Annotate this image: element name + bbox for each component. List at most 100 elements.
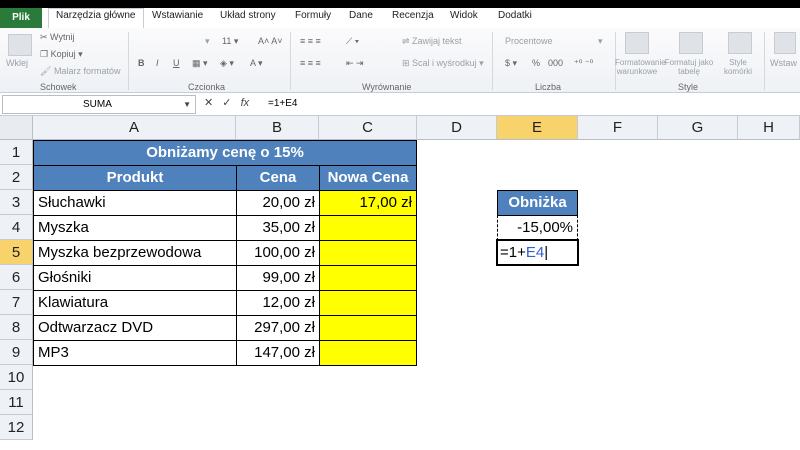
table-cell-new-price[interactable] xyxy=(319,290,417,316)
confirm-icon[interactable]: ✓ xyxy=(222,97,231,109)
discount-label-cell[interactable]: Obniżka xyxy=(497,190,578,216)
table-title-cell[interactable]: Obniżamy cenę o 15% xyxy=(33,140,417,166)
discount-value-cell[interactable]: -15,00% xyxy=(497,215,578,241)
row-header-10[interactable]: 10 xyxy=(0,365,33,390)
table-cell-product[interactable]: Głośniki xyxy=(33,265,237,291)
table-cell-product[interactable]: MP3 xyxy=(33,340,237,366)
italic-button[interactable]: I xyxy=(156,58,159,68)
table-cell-product[interactable]: Klawiatura xyxy=(33,290,237,316)
column-header-e[interactable]: E xyxy=(497,116,578,140)
indent-icon[interactable]: ⇤ ⇥ xyxy=(346,58,364,69)
decimal-icon[interactable]: ⁺⁰ ⁻⁰ xyxy=(574,58,593,69)
row-header-9[interactable]: 9 xyxy=(0,340,33,365)
tab-file[interactable]: Plik xyxy=(0,8,42,28)
header-product-cell[interactable]: Produkt xyxy=(33,165,237,191)
align-left-icon[interactable]: ≡ ≡ ≡ xyxy=(300,58,321,68)
merge-center-button[interactable]: ⊞ Scal i wyśrodkuj ▾ xyxy=(402,58,484,69)
font-name-dropdown[interactable]: ▾ xyxy=(205,36,210,47)
row-header-1[interactable]: 1 xyxy=(0,140,33,165)
table-cell-product[interactable]: Odtwarzacz DVD xyxy=(33,315,237,341)
row-header-6[interactable]: 6 xyxy=(0,265,33,290)
row-header-12[interactable]: 12 xyxy=(0,415,33,440)
row-header-4[interactable]: 4 xyxy=(0,215,33,240)
table-cell-new-price[interactable]: 17,00 zł xyxy=(319,190,417,216)
table-cell-new-price[interactable] xyxy=(319,240,417,266)
row-header-5[interactable]: 5 xyxy=(0,240,33,265)
table-cell-price[interactable]: 20,00 zł xyxy=(236,190,320,216)
column-header-g[interactable]: G xyxy=(658,116,738,140)
row-header-3[interactable]: 3 xyxy=(0,190,33,215)
paste-icon[interactable] xyxy=(8,34,32,56)
tab-page-layout[interactable]: Układ strony xyxy=(220,10,276,21)
table-cell-price[interactable]: 147,00 zł xyxy=(236,340,320,366)
group-label-styles: Style xyxy=(678,82,699,92)
cut-button[interactable]: ✂ Wytnij xyxy=(40,32,74,43)
format-as-table-icon[interactable] xyxy=(679,32,703,54)
insert-function-icon[interactable]: fx xyxy=(241,97,250,109)
number-format-arrow-icon[interactable]: ▾ xyxy=(598,36,603,47)
font-color-icon[interactable]: A ▾ xyxy=(250,58,263,69)
header-price-cell[interactable]: Cena xyxy=(236,165,320,191)
active-edit-cell[interactable]: =1+E4| xyxy=(496,239,579,266)
column-header-a[interactable]: A xyxy=(33,116,236,140)
cell-styles-button[interactable]: Style komórki xyxy=(718,58,758,76)
table-cell-price[interactable]: 99,00 zł xyxy=(236,265,320,291)
column-header-d[interactable]: D xyxy=(417,116,497,140)
percent-button[interactable]: % xyxy=(532,58,540,68)
header-new-price-cell[interactable]: Nowa Cena xyxy=(319,165,417,191)
insert-cells-button[interactable]: Wstaw xyxy=(770,58,797,68)
table-cell-price[interactable]: 100,00 zł xyxy=(236,240,320,266)
fill-color-icon[interactable]: ◈ ▾ xyxy=(220,58,234,69)
bold-button[interactable]: B xyxy=(138,58,145,68)
table-cell-price[interactable]: 297,00 zł xyxy=(236,315,320,341)
tab-home[interactable]: Narzędzia główne xyxy=(56,10,136,21)
tab-data[interactable]: Dane xyxy=(349,10,373,21)
conditional-format-icon[interactable] xyxy=(625,32,649,54)
wrap-text-button[interactable]: ⇌ Zawijaj tekst xyxy=(402,36,462,47)
underline-button[interactable]: U xyxy=(173,58,180,68)
table-cell-new-price[interactable] xyxy=(319,340,417,366)
copy-button[interactable]: ❐ Kopiuj ▾ xyxy=(40,49,83,60)
grow-font-icon[interactable]: A˄ A˅ xyxy=(258,36,283,46)
column-header-h[interactable]: H xyxy=(738,116,800,140)
format-painter-button[interactable]: 🖌 Malarz formatów xyxy=(40,66,120,77)
table-cell-new-price[interactable] xyxy=(319,215,417,241)
font-size-dropdown[interactable]: 11 ▾ xyxy=(222,36,238,47)
conditional-format-button[interactable]: Formatowanie warunkowe xyxy=(615,58,666,76)
ribbon-separator xyxy=(764,32,765,90)
format-as-table-button[interactable]: Formatuj jako tabelę xyxy=(664,58,714,76)
table-cell-new-price[interactable] xyxy=(319,265,417,291)
number-format-dropdown[interactable]: Procentowe xyxy=(505,36,553,46)
currency-icon[interactable]: $ ▾ xyxy=(505,58,517,69)
thousands-button[interactable]: 000 xyxy=(548,58,563,68)
orientation-icon[interactable]: ⟋ ▾ xyxy=(346,36,359,47)
insert-cells-icon[interactable] xyxy=(774,32,796,54)
table-cell-price[interactable]: 12,00 zł xyxy=(236,290,320,316)
tab-review[interactable]: Recenzja xyxy=(392,10,434,21)
select-all-corner[interactable] xyxy=(0,116,33,140)
align-top-icon[interactable]: ≡ ≡ ≡ xyxy=(300,36,321,46)
tab-formulas[interactable]: Formuły xyxy=(295,10,331,21)
column-header-b[interactable]: B xyxy=(236,116,319,140)
column-header-c[interactable]: C xyxy=(319,116,417,140)
cell-styles-icon[interactable] xyxy=(728,32,752,54)
tab-insert[interactable]: Wstawianie xyxy=(152,10,203,21)
table-cell-product[interactable]: Myszka bezprzewodowa xyxy=(33,240,237,266)
row-header-8[interactable]: 8 xyxy=(0,315,33,340)
table-cell-product[interactable]: Myszka xyxy=(33,215,237,241)
table-cell-price[interactable]: 35,00 zł xyxy=(236,215,320,241)
table-cell-product[interactable]: Słuchawki xyxy=(33,190,237,216)
chevron-down-icon[interactable]: ▼ xyxy=(183,96,191,113)
cancel-icon[interactable]: ✕ xyxy=(204,97,213,109)
tab-addins[interactable]: Dodatki xyxy=(498,10,532,21)
row-header-2[interactable]: 2 xyxy=(0,165,33,190)
name-box[interactable]: SUMA ▼ xyxy=(2,95,196,114)
borders-icon[interactable]: ▦ ▾ xyxy=(192,58,208,69)
column-header-f[interactable]: F xyxy=(578,116,658,140)
row-header-11[interactable]: 11 xyxy=(0,390,33,415)
row-header-7[interactable]: 7 xyxy=(0,290,33,315)
paste-button[interactable]: Wklej xyxy=(6,58,28,68)
formula-input[interactable]: =1+E4 xyxy=(268,93,297,115)
table-cell-new-price[interactable] xyxy=(319,315,417,341)
tab-view[interactable]: Widok xyxy=(450,10,478,21)
